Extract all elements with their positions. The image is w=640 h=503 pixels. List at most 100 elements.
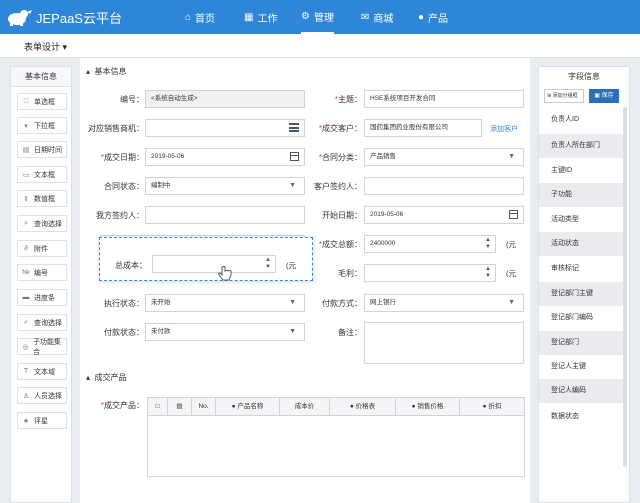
palette-item-textarea[interactable]: T 文本域 xyxy=(17,363,67,380)
palette-item-person[interactable]: ♙ 人员选择 xyxy=(17,387,67,404)
scrollbar[interactable] xyxy=(623,107,627,467)
section-basic[interactable]: ▴ 基本信息 xyxy=(86,66,126,77)
target-icon: ◎ xyxy=(22,343,29,351)
customer-field[interactable]: 国药集团药业股份有限公司 xyxy=(364,119,482,137)
textbox-icon: ▭ xyxy=(22,171,30,179)
col-no: No. xyxy=(192,398,216,416)
subject-field[interactable]: HSE系统项目开发合同 xyxy=(364,90,524,108)
remarks-textarea[interactable] xyxy=(364,322,524,364)
palette-item-label: 查询选择 xyxy=(34,319,62,327)
nav-manage[interactable]: ⚙ 管理 xyxy=(301,0,334,34)
label-contract-type: *合同分类： xyxy=(318,153,362,162)
field-item[interactable]: 负责人ID xyxy=(539,108,623,132)
palette-item-dropdown[interactable]: ▾ 下拉框 xyxy=(17,117,67,134)
contract-status-select[interactable]: 编制中 ▼ xyxy=(145,177,305,195)
label-exec-status: 执行状态： xyxy=(104,299,144,308)
nav-product[interactable]: ● 产品 xyxy=(418,0,448,34)
chevron-down-icon: ▼ xyxy=(289,182,296,189)
stepper-icon[interactable]: ▲ ▼ xyxy=(485,266,491,280)
calendar-icon: ▤ xyxy=(22,146,30,154)
add-customer-link[interactable]: 添加客户 xyxy=(490,124,518,134)
chevron-down-icon: ▼ xyxy=(508,299,515,306)
nav-mall[interactable]: ✉ 商城 xyxy=(361,0,393,34)
palette-item-rating[interactable]: ★ 评星 xyxy=(17,412,67,429)
col-sale-price: ● 销售价格 xyxy=(396,398,460,416)
profit-field[interactable]: ▲ ▼ xyxy=(364,264,496,282)
total-amount-field[interactable]: 2400000 ▲ ▼ xyxy=(364,235,496,253)
total-cost-field[interactable]: ▲ ▼ xyxy=(152,255,276,273)
palette-item-label: 文本框 xyxy=(34,171,55,179)
palette-item-datetime[interactable]: ▤ 日期时间 xyxy=(17,141,67,158)
palette-item-query-select[interactable]: ⌕ 查询选择 xyxy=(17,215,67,232)
paperclip-icon: ∂ xyxy=(24,245,28,252)
palette-item-progress[interactable]: ▬ 进度条 xyxy=(17,289,67,306)
field-item[interactable]: 主键ID xyxy=(539,159,623,183)
palette-item-query-select-2[interactable]: ⌕ 查询选择 xyxy=(17,314,67,331)
list-icon[interactable] xyxy=(289,123,299,132)
field-item[interactable]: 登记部门 xyxy=(539,331,623,355)
label-remarks: 备注： xyxy=(338,328,362,337)
app-logo[interactable]: JEPaaS云平台 xyxy=(6,6,122,28)
palette-item-radio[interactable]: □ 单选框 xyxy=(17,93,67,110)
palette-item-code[interactable]: № 编号 xyxy=(17,264,67,281)
field-item[interactable]: 登记部门主键 xyxy=(539,282,623,306)
plus-circle-icon: ⊕ xyxy=(547,93,552,99)
start-date-field[interactable]: 2019-05-06 xyxy=(364,206,524,224)
our-signer-field[interactable] xyxy=(145,206,305,224)
field-item[interactable]: 登记人主键 xyxy=(539,355,623,379)
field-item[interactable]: 活动状态 xyxy=(539,232,623,256)
palette-item-textbox[interactable]: ▭ 文本框 xyxy=(17,166,67,183)
form-design-menu[interactable]: 表单设计 ▾ xyxy=(24,40,67,53)
nav-home-label: 首页 xyxy=(195,13,216,25)
calendar-icon[interactable] xyxy=(290,152,299,161)
label-products: *成交产品： xyxy=(100,401,144,410)
nav-home[interactable]: ⌂ 首页 xyxy=(185,0,215,34)
save-button[interactable]: ▣ 保存 xyxy=(589,89,619,103)
stepper-icon[interactable]: ▲ ▼ xyxy=(265,257,271,271)
select-all-checkbox[interactable]: □ xyxy=(148,398,168,416)
deal-date-field[interactable]: 2019-05-06 xyxy=(145,148,305,166)
palette-item-label: 数值框 xyxy=(34,195,55,203)
field-item[interactable]: 审核标记 xyxy=(539,257,623,281)
palette-item-number[interactable]: ⇕ 数值框 xyxy=(17,190,67,207)
palette-item-label: 文本域 xyxy=(34,368,55,376)
field-item[interactable]: 活动类型 xyxy=(539,208,623,232)
field-item[interactable]: 子功能 xyxy=(539,183,623,207)
chevron-down-icon: ▼ xyxy=(289,299,296,306)
section-product[interactable]: ▴ 成交产品 xyxy=(86,372,126,383)
field-item[interactable]: 数据状态 xyxy=(539,405,623,429)
add-group-button[interactable]: ⊕ 添加分组框 xyxy=(544,89,584,103)
label-customer: *成交客户： xyxy=(318,124,362,133)
label-our-signer: 我方签约人： xyxy=(96,211,144,220)
payment-status-select[interactable]: 未付款 ▼ xyxy=(145,323,305,341)
collapse-icon: ▴ xyxy=(86,373,91,382)
field-item[interactable]: 登记人编码 xyxy=(539,379,623,403)
logo-icon xyxy=(8,10,32,26)
search-icon: ⌕ xyxy=(24,219,28,227)
label-customer-signer: 客户签约人： xyxy=(314,182,362,191)
contract-type-select[interactable]: 产品销售 ▼ xyxy=(364,148,524,166)
payment-method-value: 网上银行 xyxy=(370,299,396,306)
label-profit: 毛利： xyxy=(338,269,362,278)
search-icon: ⌕ xyxy=(24,318,28,326)
calendar-icon[interactable] xyxy=(509,210,518,219)
palette-item-subfunction[interactable]: ◎ 子功能集合 xyxy=(17,338,67,356)
payment-method-select[interactable]: 网上银行 ▼ xyxy=(364,294,524,312)
customer-signer-field[interactable] xyxy=(364,177,524,195)
stepper-icon[interactable]: ▲ ▼ xyxy=(485,237,491,251)
nav-work[interactable]: ▦ 工作 xyxy=(244,0,277,34)
label-start-date: 开始日期： xyxy=(322,211,362,220)
label-code: 编号： xyxy=(120,95,144,104)
grid-icon: ▦ xyxy=(244,11,254,23)
opportunity-field[interactable] xyxy=(145,119,305,137)
list-icon[interactable]: ▤ xyxy=(168,398,192,416)
radio-icon: □ xyxy=(23,98,29,105)
exec-status-select[interactable]: 未开始 ▼ xyxy=(145,294,305,312)
field-item[interactable]: 负责人所在部门 xyxy=(539,134,623,158)
field-item[interactable]: 登记部门编码 xyxy=(539,306,623,330)
palette-item-attachment[interactable]: ∂ 附件 xyxy=(17,240,67,257)
col-cost: 成本价 xyxy=(280,398,330,416)
code-field[interactable]: <系统自动生成> xyxy=(145,90,305,108)
palette-item-label: 编号 xyxy=(34,269,48,277)
save-label: 保存 xyxy=(601,93,614,99)
